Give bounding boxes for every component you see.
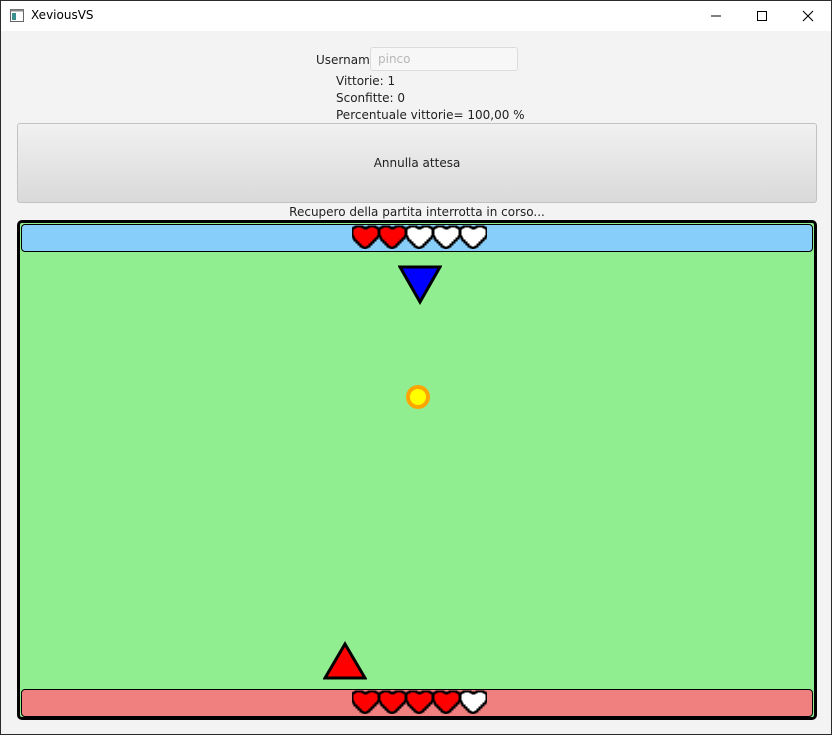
opponent-ship-icon [398, 265, 442, 305]
player-lives-bar [21, 689, 813, 717]
close-button[interactable] [785, 1, 831, 31]
player-ship-icon [323, 641, 367, 680]
username-input[interactable] [370, 47, 518, 71]
app-window: XeviousVS Username Vittorie: 1 Sconfitte… [0, 0, 832, 735]
heart-empty-icon [460, 225, 487, 249]
win-rate: Percentuale vittorie= 100,00 % [336, 108, 525, 122]
heart-empty-icon [460, 690, 487, 714]
maximize-icon [757, 11, 767, 21]
heart-full-icon [379, 225, 406, 249]
minimize-icon [711, 15, 721, 17]
heart-full-icon [352, 690, 379, 714]
projectile-icon [406, 385, 430, 409]
minimize-button[interactable] [693, 1, 739, 31]
cancel-wait-button[interactable]: Annulla attesa [17, 123, 817, 203]
app-icon [10, 9, 24, 22]
status-message: Recupero della partita interrotta in cor… [289, 205, 545, 219]
heart-full-icon [352, 225, 379, 249]
heart-empty-icon [406, 225, 433, 249]
wins-count: Vittorie: 1 [336, 74, 396, 88]
close-icon [802, 10, 814, 22]
heart-full-icon [406, 690, 433, 714]
window-title: XeviousVS [31, 8, 94, 22]
username-label: Username [316, 53, 378, 67]
game-arena [17, 220, 817, 720]
title-bar[interactable]: XeviousVS [1, 1, 831, 31]
opponent-lives-bar [21, 224, 813, 252]
losses-count: Sconfitte: 0 [336, 91, 406, 105]
maximize-button[interactable] [739, 1, 785, 31]
heart-empty-icon [433, 225, 460, 249]
cancel-wait-label: Annulla attesa [373, 156, 461, 170]
heart-full-icon [433, 690, 460, 714]
heart-full-icon [379, 690, 406, 714]
